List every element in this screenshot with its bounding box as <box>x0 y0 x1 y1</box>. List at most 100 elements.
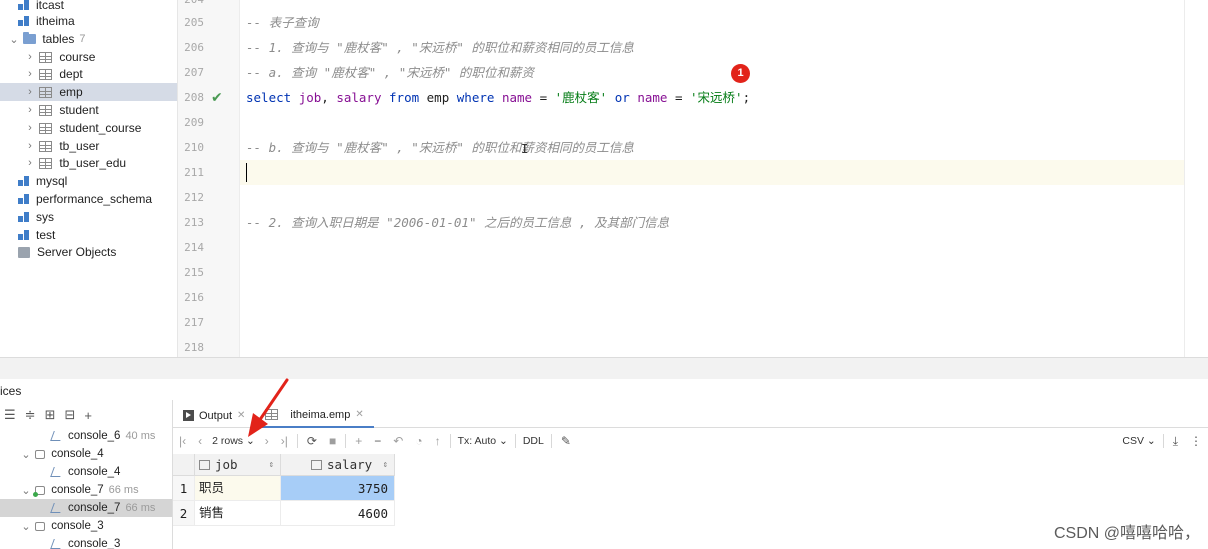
delete-row-icon[interactable]: − <box>368 434 387 448</box>
tree-item-student[interactable]: › student <box>0 101 177 119</box>
chevron-down-icon[interactable]: ⌄ <box>8 33 20 46</box>
preview-icon[interactable]: ◔ <box>409 434 428 448</box>
export-format-dropdown[interactable]: CSV ⌄ <box>1118 435 1159 447</box>
panel-splitter[interactable] <box>0 357 1208 379</box>
chevron-down-icon: ⌄ <box>245 435 255 447</box>
table-icon <box>39 51 53 63</box>
tree-item-dept[interactable]: › dept <box>0 65 177 83</box>
line-number: 212 <box>184 191 204 204</box>
revert-icon[interactable]: ↶ <box>387 434 409 448</box>
database-icon <box>18 0 30 11</box>
server-icon <box>18 246 30 258</box>
line-number: 210 <box>184 141 204 154</box>
sql-editor[interactable]: 204 205 206 207 208 209 210 211 212 213 … <box>178 0 1208 357</box>
chevron-right-icon[interactable]: › <box>24 51 36 63</box>
first-page-icon[interactable]: |‹ <box>173 434 192 448</box>
tree-item-test[interactable]: test <box>0 226 177 244</box>
expand-all-icon[interactable]: ☰ <box>4 407 16 423</box>
service-item-console-4[interactable]: ⌄ console_4 <box>0 445 172 463</box>
service-item-console-7[interactable]: ⌄ console_7 66 ms <box>0 481 172 499</box>
service-item-console-3-session[interactable]: console_3 <box>0 535 172 549</box>
line-number: 215 <box>184 266 204 279</box>
chevron-right-icon[interactable]: › <box>24 122 36 134</box>
new-tab-icon[interactable]: ⊟ <box>64 407 75 423</box>
table-icon <box>39 157 53 169</box>
line-number: 208 <box>184 91 204 104</box>
output-icon <box>183 410 194 421</box>
close-icon[interactable]: ✕ <box>237 410 245 421</box>
tree-item-course[interactable]: › course <box>0 48 177 66</box>
sort-icon[interactable]: ⇕ <box>383 454 388 476</box>
execution-success-check-icon: ✔ <box>211 89 223 105</box>
download-icon[interactable]: ⤓ <box>1167 434 1184 449</box>
chevron-right-icon[interactable]: › <box>24 157 36 169</box>
code-line-213: -- 2. 查询入职日期是 "2006-01-01" 之后的员工信息 , 及其部… <box>246 215 670 230</box>
chevron-down-icon[interactable]: ⌄ <box>20 520 32 533</box>
line-number: 207 <box>184 66 204 79</box>
tree-item-itheima[interactable]: itheima <box>0 12 177 30</box>
row-count-dropdown[interactable]: 2 rows ⌄ <box>208 435 259 447</box>
chevron-down-icon: ⌄ <box>499 435 508 447</box>
submit-icon[interactable]: ↑ <box>429 434 447 448</box>
collapse-all-icon[interactable]: ≑ <box>25 407 36 423</box>
tree-item-student-course[interactable]: › student_course <box>0 119 177 137</box>
tree-item-tb-user[interactable]: › tb_user <box>0 137 177 155</box>
chevron-down-icon: ⌄ <box>1146 435 1156 447</box>
stop-icon[interactable]: ■ <box>323 434 342 448</box>
current-line-highlight <box>240 160 1184 185</box>
session-icon <box>50 431 64 441</box>
service-item-console-7-session[interactable]: console_7 66 ms <box>0 499 172 517</box>
line-number: 206 <box>184 41 204 54</box>
console-icon <box>35 449 46 459</box>
chevron-right-icon[interactable]: › <box>24 140 36 152</box>
transaction-mode-dropdown[interactable]: Tx: Auto ⌄ <box>454 435 512 447</box>
table-icon <box>39 104 53 116</box>
more-icon[interactable]: ⋮ <box>1184 434 1208 448</box>
service-item-console-4-session[interactable]: console_4 <box>0 463 172 481</box>
row-number: 1 <box>173 476 195 501</box>
service-item-console-6-session[interactable]: console_6 40 ms <box>0 427 172 445</box>
code-line-207: -- a. 查询 "鹿杖客" , "宋远桥" 的职位和薪资 <box>246 65 534 80</box>
ddl-button[interactable]: DDL <box>519 435 548 447</box>
database-icon <box>18 15 30 27</box>
chevron-down-icon[interactable]: ⌄ <box>20 484 32 497</box>
tree-item-sys[interactable]: sys <box>0 208 177 226</box>
tree-item-tb-user-edu[interactable]: › tb_user_edu <box>0 154 177 172</box>
cell-salary[interactable]: 4600 <box>281 501 395 526</box>
chevron-right-icon[interactable]: › <box>24 104 36 116</box>
row-number: 2 <box>173 501 195 526</box>
add-row-icon[interactable]: + <box>349 434 368 448</box>
database-icon <box>18 211 30 223</box>
group-icon[interactable]: ⊞ <box>45 407 56 423</box>
tree-item-tables[interactable]: ⌄ tables 7 <box>0 30 177 48</box>
tab-itheima-emp[interactable]: itheima.emp ✕ <box>255 404 374 428</box>
sort-icon[interactable]: ⇕ <box>269 454 274 476</box>
previous-page-icon[interactable]: ‹ <box>192 434 208 448</box>
console-connected-icon <box>33 485 46 497</box>
cell-salary-selected[interactable]: 3750 <box>281 476 395 501</box>
line-number: 205 <box>184 16 204 29</box>
add-icon[interactable]: + <box>84 408 92 423</box>
chevron-right-icon[interactable]: › <box>24 68 36 80</box>
chevron-down-icon[interactable]: ⌄ <box>20 448 32 461</box>
close-icon[interactable]: ✕ <box>355 409 363 420</box>
session-icon <box>50 467 64 477</box>
table-icon <box>265 409 279 420</box>
last-page-icon[interactable]: ›| <box>275 434 294 448</box>
tab-output[interactable]: Output ✕ <box>173 404 255 428</box>
column-header-job[interactable]: job ⇕ <box>195 454 281 476</box>
cell-job[interactable]: 职员 <box>195 476 281 501</box>
tree-item-performance-schema[interactable]: performance_schema <box>0 190 177 208</box>
next-page-icon[interactable]: › <box>259 434 275 448</box>
column-header-salary[interactable]: salary ⇕ <box>281 454 395 476</box>
chevron-right-icon[interactable]: › <box>24 86 36 98</box>
service-item-console-3[interactable]: ⌄ console_3 <box>0 517 172 535</box>
tree-item-mysql[interactable]: mysql <box>0 172 177 190</box>
right-margin-guide <box>1184 0 1185 357</box>
result-tabs: Output ✕ itheima.emp ✕ <box>173 404 1208 428</box>
tree-item-emp[interactable]: › emp <box>0 83 177 101</box>
refresh-icon[interactable]: ⟳ <box>301 434 323 448</box>
pin-icon[interactable]: ✎ <box>555 434 577 448</box>
cell-job[interactable]: 销售 <box>195 501 281 526</box>
tree-item-server-objects[interactable]: Server Objects <box>0 243 177 261</box>
